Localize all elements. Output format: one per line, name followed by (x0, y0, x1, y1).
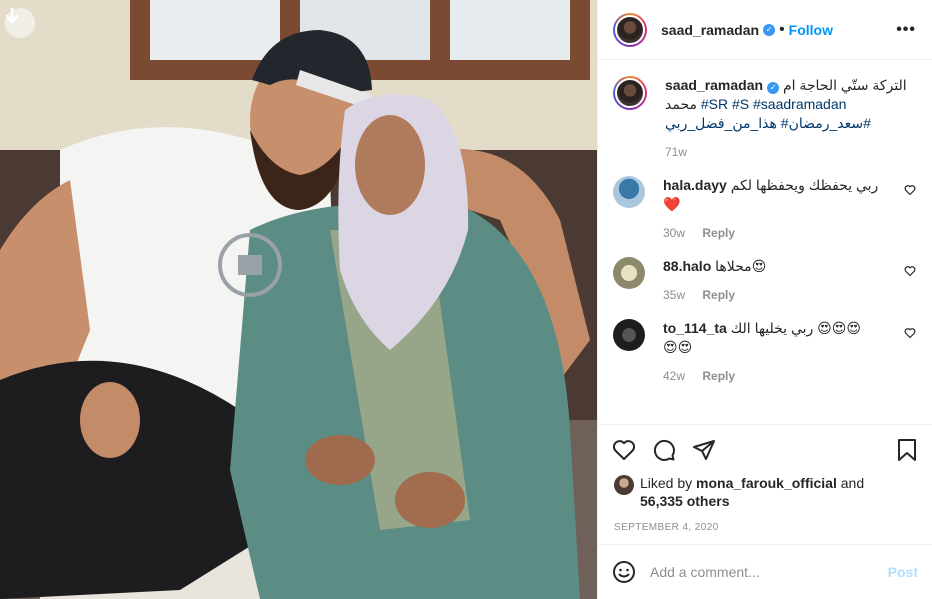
caption-body: saad_ramadan ✓ التركة ستّي الحاجة ام محمد… (665, 76, 916, 162)
likes-text: Liked by mona_farouk_official and 56,335… (640, 474, 864, 510)
comment-like-heart-icon[interactable] (904, 327, 916, 339)
likes-and: and (840, 475, 865, 491)
reply-button[interactable]: Reply (702, 226, 735, 240)
comment-text: 88.halo محلاها😍 (663, 257, 894, 276)
comment-username[interactable]: hala.dayy (663, 177, 727, 193)
comment-body: hala.dayy ربي يحفظك ويحفظها لكم ❤️ 30w R… (663, 176, 916, 243)
comment-message: ربي يحفظك ويحفظها لكم (730, 177, 879, 193)
comment-emoji: ❤️ (663, 196, 681, 212)
likes-prefix: Liked by (640, 475, 693, 491)
comment-meta: 30w Reply (663, 224, 894, 243)
add-comment-bar: Post (598, 544, 932, 599)
likes-count[interactable]: 56,335 others (640, 493, 730, 509)
comment-message: محلاها😍 (715, 258, 767, 274)
caption-line2-prefix: محمد (665, 96, 697, 112)
caption-line1: التركة ستّي الحاجة ام (782, 77, 907, 93)
post-photo[interactable] (0, 0, 597, 599)
comment-like-heart-icon[interactable] (904, 184, 916, 196)
comment-time[interactable]: 30w (663, 226, 685, 240)
post-actions (598, 424, 932, 474)
caption-time[interactable]: 71w (665, 145, 687, 159)
reply-button[interactable]: Reply (702, 288, 735, 302)
likes-summary: Liked by mona_farouk_official and 56,335… (598, 474, 932, 510)
post-container: saad_ramadan ✓ • Follow ••• saad_ramadan… (0, 0, 932, 599)
post-date[interactable]: SEPTEMBER 4, 2020 (598, 510, 932, 544)
comment-avatar[interactable] (613, 257, 645, 289)
follow-button[interactable]: Follow (789, 22, 833, 38)
comments-list[interactable]: saad_ramadan ✓ التركة ستّي الحاجة ام محمد… (598, 60, 932, 424)
scroll-down-icon (5, 8, 19, 24)
comment-button[interactable] (652, 438, 676, 462)
emoji-icon (613, 561, 635, 583)
post-side-panel: saad_ramadan ✓ • Follow ••• saad_ramadan… (597, 0, 932, 599)
caption-hashtags-1[interactable]: #SR #S #saadramadan (701, 96, 847, 112)
caption-meta: 71w (665, 143, 916, 162)
share-icon (693, 439, 715, 460)
more-icon[interactable]: ••• (896, 21, 916, 39)
comment-username[interactable]: 88.halo (663, 258, 711, 274)
comment-body: 88.halo محلاها😍 35w Reply (663, 257, 916, 305)
comment-meta: 35w Reply (663, 286, 894, 305)
comment-meta: 42w Reply (663, 367, 894, 386)
comment-like-heart-icon[interactable] (904, 265, 916, 277)
save-button[interactable] (896, 438, 918, 462)
comment-text: hala.dayy ربي يحفظك ويحفظها لكم ❤️ (663, 176, 894, 214)
reply-button[interactable]: Reply (702, 369, 735, 383)
scroll-down-button[interactable] (5, 8, 35, 38)
caption: saad_ramadan ✓ التركة ستّي الحاجة ام محمد… (613, 76, 916, 162)
like-button[interactable] (612, 438, 636, 462)
comment-message: ربي يخليها الك 😍😍😍 (730, 320, 861, 336)
caption-hashtags-2[interactable]: سعد_رمضان# هذا_من_فضل_ربي# (665, 115, 871, 131)
header-dot: • (779, 20, 785, 38)
verified-icon: ✓ (763, 23, 776, 36)
caption-text: saad_ramadan ✓ التركة ستّي الحاجة ام محمد… (665, 76, 916, 133)
post-header: saad_ramadan ✓ • Follow ••• (598, 0, 932, 60)
comment-body: to_114_ta ربي يخليها الك 😍😍😍 😍😍 42w Repl… (663, 319, 916, 386)
comment-item: 88.halo محلاها😍 35w Reply (613, 257, 916, 305)
header-user: saad_ramadan ✓ • Follow (661, 21, 833, 39)
comment-item: hala.dayy ربي يحفظك ويحفظها لكم ❤️ 30w R… (613, 176, 916, 243)
photo-illustration (0, 0, 597, 599)
comment-emoji: 😍😍 (663, 339, 693, 355)
comment-avatar[interactable] (613, 319, 645, 351)
comment-avatar[interactable] (613, 176, 645, 208)
author-username[interactable]: saad_ramadan (661, 22, 759, 38)
verified-icon: ✓ (767, 81, 780, 94)
liker-avatar[interactable] (614, 475, 634, 495)
caption-username[interactable]: saad_ramadan (665, 77, 763, 93)
post-comment-button[interactable]: Post (888, 564, 918, 580)
comment-time[interactable]: 35w (663, 288, 685, 302)
comment-username[interactable]: to_114_ta (663, 320, 727, 336)
comment-item: to_114_ta ربي يخليها الك 😍😍😍 😍😍 42w Repl… (613, 319, 916, 386)
comment-input[interactable] (650, 564, 888, 580)
author-avatar[interactable] (613, 12, 647, 47)
caption-avatar[interactable] (613, 76, 647, 110)
comment-time[interactable]: 42w (663, 369, 685, 383)
heart-icon (612, 439, 636, 460)
bookmark-icon (898, 438, 916, 461)
likes-user[interactable]: mona_farouk_official (696, 475, 837, 491)
share-button[interactable] (692, 438, 716, 462)
comment-text: to_114_ta ربي يخليها الك 😍😍😍 😍😍 (663, 319, 894, 357)
comment-icon (653, 439, 675, 461)
emoji-button[interactable] (612, 560, 636, 584)
